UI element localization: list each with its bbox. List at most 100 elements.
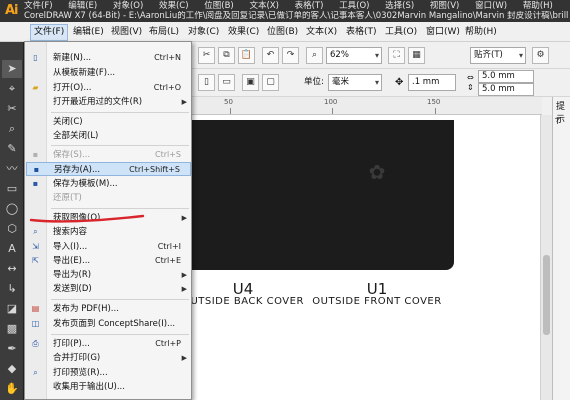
snap-to-dropdown[interactable]: 贴齐(T) [470,47,526,64]
current-page-icon[interactable]: ▢ [262,74,279,91]
host-menu-item[interactable]: 选择(S) [385,1,414,11]
menu-object[interactable]: 对象(C) [185,25,222,40]
paste-icon[interactable]: 📋 [238,47,255,64]
menu-item-export-as[interactable]: 导出为(R) ▶ [26,268,191,282]
polygon-tool-icon[interactable]: ⬡ [2,220,22,238]
menu-edit[interactable]: 编辑(E) [70,25,107,40]
search-icon[interactable]: ⌕ [306,47,323,64]
scrollbar-thumb[interactable] [543,255,550,335]
text-tool-icon[interactable]: A [2,240,22,258]
zoom-level-dropdown[interactable]: 62% [326,47,382,64]
menu-item-publish-pdf[interactable]: ▤ 发布为 PDF(H)... [26,302,191,316]
portrait-icon[interactable]: ▯ [198,74,215,91]
print-icon: ⎙ [32,339,39,348]
menu-item-label: 打开最近用过的文件(R) [53,97,143,107]
undo-icon[interactable]: ↶ [262,47,279,64]
ruler-label: 150 [427,98,441,106]
rulers-icon[interactable]: ▦ [408,47,425,64]
menu-item-new-from-template[interactable]: 从模板新建(F)... [26,66,191,80]
copy-icon[interactable]: ⧉ [218,47,235,64]
nudge-distance-input[interactable]: .1 mm [408,74,456,91]
menu-bar: 文件(F) 编辑(E) 视图(V) 布局(L) 对象(C) 效果(C) 位图(B… [0,22,570,42]
menu-item-open[interactable]: ▰ 打开(O)... Ctrl+O [26,81,191,95]
host-menu-item[interactable]: 效果(C) [159,1,189,11]
host-menu-item[interactable]: 文件(F) [24,1,53,11]
ellipse-tool-icon[interactable]: ◯ [2,200,22,218]
menu-effects[interactable]: 效果(C) [225,25,262,40]
menu-item-search-content[interactable]: ⌕ 搜索内容 [26,225,191,239]
duplicate-x-input[interactable]: 5.0 mm [478,70,534,83]
menu-item-import[interactable]: ⇲ 导入(I)... Ctrl+I [26,240,191,254]
cover-artboard[interactable]: ✿ [192,120,454,270]
menu-item-label: 保存(S)... [53,150,91,160]
menu-item-publish-conceptshare[interactable]: ◫ 发布页面到 ConceptShare(I)... [26,317,191,331]
menu-item-export[interactable]: ⇱ 导出(E)... Ctrl+E [26,254,191,268]
rectangle-tool-icon[interactable]: ▭ [2,180,22,198]
menu-bitmaps[interactable]: 位图(B) [264,25,301,40]
artistic-media-icon[interactable]: 〰 [2,160,22,178]
units-dropdown[interactable]: 毫米 [328,74,382,91]
freehand-tool-icon[interactable]: ✎ [2,140,22,158]
menu-item-print-preview[interactable]: ⌕ 打印预览(R)... [26,366,191,380]
menu-item-label: 关闭(C) [53,117,83,127]
menu-item-send-to[interactable]: 发送到(D) ▶ [26,282,191,296]
menu-item-label: 全部关闭(L) [53,131,99,141]
menu-item-new[interactable]: ▯ 新建(N)... Ctrl+N [26,51,191,65]
menu-item-merge-print[interactable]: 合并打印(G) ▶ [26,351,191,365]
menu-item-revert[interactable]: 还原(T) [26,191,191,205]
host-menu-item[interactable]: 编辑(E) [68,1,97,11]
menu-item-shortcut: Ctrl+N [154,53,181,62]
duplicate-y-input[interactable]: 5.0 mm [478,83,534,96]
host-menu-item[interactable]: 表格(T) [295,1,324,11]
all-pages-icon[interactable]: ▣ [242,74,259,91]
host-menu-item[interactable]: 窗口(W) [475,1,507,11]
menu-item-close[interactable]: 关闭(C) [26,115,191,129]
host-menu-item[interactable]: 文本(X) [249,1,278,11]
eyedropper-icon[interactable]: ✒ [2,340,22,358]
pan-tool-icon[interactable]: ✋ [2,380,22,398]
connector-tool-icon[interactable]: ↳ [2,280,22,298]
redo-icon[interactable]: ↷ [282,47,299,64]
submenu-arrow-icon: ▶ [181,285,187,293]
coreldraw-window: Ai 文件(F) 编辑(E) 对象(O) 效果(C) 位图(B) 文本(X) 表… [0,0,570,400]
host-menu-item[interactable]: 视图(V) [430,1,459,11]
menu-item-save[interactable]: ▪ 保存(S)... Ctrl+S [26,148,191,162]
pick-tool-icon[interactable]: ➤ [2,60,22,78]
nudge-icon: ✥ [395,77,404,88]
host-menu-item[interactable]: 帮助(H) [523,1,553,11]
shape-tool-icon[interactable]: ⌖ [2,80,22,98]
menu-tools[interactable]: 工具(O) [382,25,420,40]
save-as-icon: ▪ [33,165,40,174]
parallel-dimension-icon[interactable]: ↔ [2,260,22,278]
menu-item-save-as-template[interactable]: ▪ 保存为模板(M)... [26,177,191,191]
options-gear-icon[interactable]: ⚙ [532,47,549,64]
file-menu-dropdown: ▯ 新建(N)... Ctrl+N 从模板新建(F)... ▰ 打开(O)...… [24,41,192,400]
crop-tool-icon[interactable]: ✂ [2,100,22,118]
menu-item-label: 还原(T) [53,193,82,203]
menu-item-print[interactable]: ⎙ 打印(P)... Ctrl+P [26,337,191,351]
menu-item-close-all[interactable]: 全部关闭(L) [26,129,191,143]
drawing-canvas[interactable]: ✿ U4 OUTSIDE BACK COVER U1 OUTSIDE FRONT… [182,115,540,400]
ruler-label: 100 [324,98,338,106]
host-menu-item[interactable]: 位图(B) [204,1,233,11]
host-menu-item[interactable]: 工具(O) [339,1,369,11]
cut-icon[interactable]: ✂ [198,47,215,64]
transparency-icon[interactable]: ▩ [2,320,22,338]
menu-item-open-recent[interactable]: 打开最近用过的文件(R) ▶ [26,95,191,109]
vertical-scrollbar[interactable] [540,115,552,400]
menu-window[interactable]: 窗口(W) [423,25,463,40]
fill-tool-icon[interactable]: ◆ [2,360,22,378]
menu-table[interactable]: 表格(T) [343,25,380,40]
menu-help[interactable]: 帮助(H) [462,25,500,40]
menu-file[interactable]: 文件(F) [30,24,69,41]
menu-text[interactable]: 文本(X) [303,25,340,40]
drop-shadow-icon[interactable]: ◪ [2,300,22,318]
menu-view[interactable]: 视图(V) [108,25,145,40]
menu-item-collect-for-output[interactable]: 收集用于输出(U)... [26,380,191,394]
menu-layout[interactable]: 布局(L) [146,25,182,40]
landscape-icon[interactable]: ▭ [218,74,235,91]
host-menu-item[interactable]: 对象(O) [113,1,143,11]
fullscreen-icon[interactable]: ⛶ [388,47,405,64]
zoom-tool-icon[interactable]: ⌕ [2,120,22,138]
menu-item-save-as[interactable]: ▪ 另存为(A)... Ctrl+Shift+S [26,162,191,176]
